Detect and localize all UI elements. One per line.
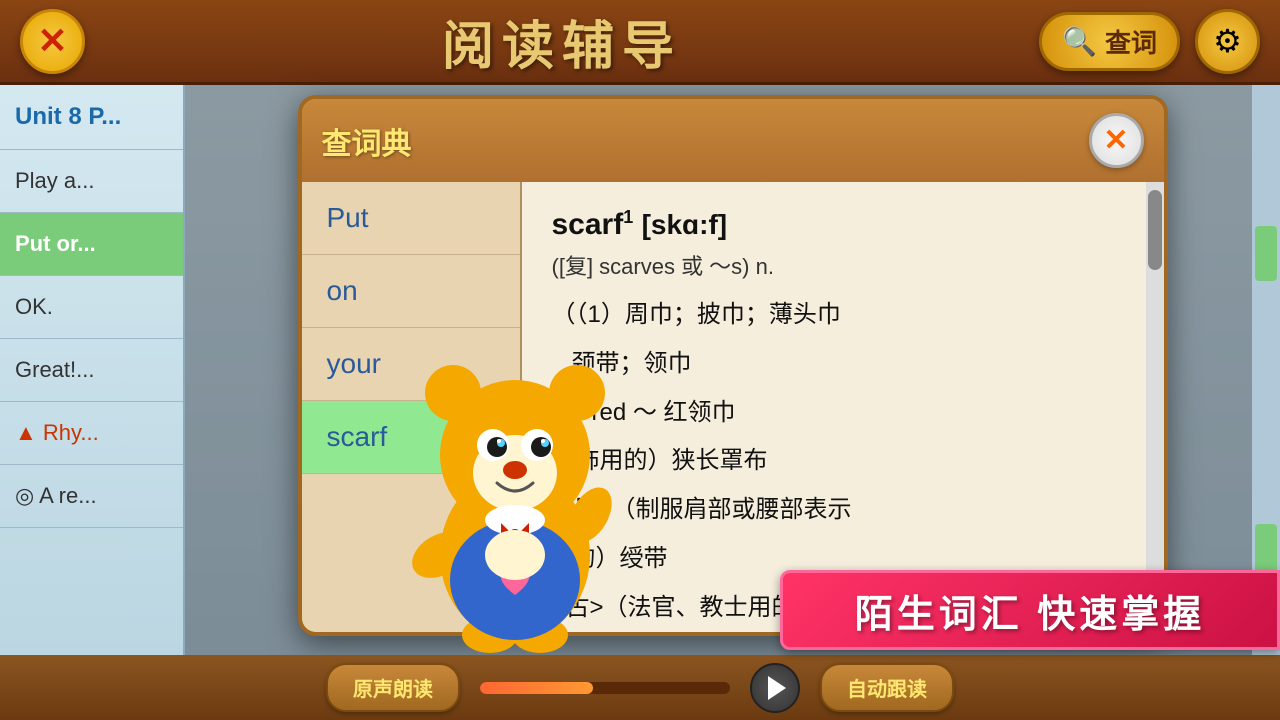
word-item-put[interactable]: Put — [302, 182, 520, 255]
audio-progress-bar[interactable] — [480, 682, 730, 694]
dict-word-title: scarf1 [skɑ:f] — [552, 207, 1116, 242]
play-icon — [768, 676, 786, 700]
sidebar-item-rhyme[interactable]: ▲ Rhy... — [0, 402, 183, 465]
dictionary-close-button[interactable]: ✕ — [1089, 113, 1144, 168]
search-label: 查词 — [1105, 23, 1157, 60]
top-bar: ✕ 阅读辅导 🔍 查词 ⚙ — [0, 0, 1280, 85]
original-audio-button[interactable]: 原声朗读 — [326, 663, 460, 712]
search-icon: 🔍 — [1062, 25, 1097, 58]
audio-progress-fill — [480, 682, 593, 694]
bear-svg — [385, 325, 645, 665]
dictionary-scrollbar-thumb — [1148, 190, 1162, 270]
sidebar-item-unit-header[interactable]: Unit 8 P... — [0, 85, 183, 150]
promo-text: 陌生词汇 快速掌握 — [855, 583, 1206, 638]
promo-banner: 陌生词汇 快速掌握 — [780, 570, 1280, 650]
dictionary-header: 查词典 ✕ — [302, 99, 1164, 182]
gear-button[interactable]: ⚙ — [1195, 9, 1260, 74]
search-button[interactable]: 🔍 查词 — [1039, 12, 1180, 71]
dict-pronunciation: [skɑ:f] — [642, 209, 728, 240]
dictionary-scrollbar[interactable] — [1146, 182, 1164, 632]
score-bar-1 — [1255, 226, 1277, 281]
app-title: 阅读辅导 — [442, 4, 682, 79]
gear-icon: ⚙ — [1213, 22, 1242, 60]
close-button[interactable]: ✕ — [20, 9, 85, 74]
dict-plural: ([复] scarves 或 ～s) n. — [552, 250, 1116, 283]
word-item-on[interactable]: on — [302, 255, 520, 328]
sidebar-item-a-re[interactable]: ◎ A re... — [0, 465, 183, 528]
sidebar-item-great[interactable]: Great!... — [0, 339, 183, 402]
bear-mascot — [385, 325, 645, 665]
close-icon: ✕ — [37, 23, 67, 59]
sidebar-item-play[interactable]: Play a... — [0, 150, 183, 213]
sidebar: Unit 8 P... Play a... Put or... OK. Grea… — [0, 85, 185, 720]
play-button[interactable] — [750, 663, 800, 713]
sidebar-item-put-or[interactable]: Put or... — [0, 213, 183, 276]
top-right-buttons: 🔍 查词 ⚙ — [1039, 9, 1260, 74]
auto-follow-button[interactable]: 自动跟读 — [820, 663, 954, 712]
main-background: ✕ 阅读辅导 🔍 查词 ⚙ Unit 8 P... Play a... Put … — [0, 0, 1280, 720]
dictionary-close-icon: ✕ — [1103, 123, 1128, 158]
dictionary-title: 查词典 — [322, 119, 412, 163]
sidebar-item-ok[interactable]: OK. — [0, 276, 183, 339]
